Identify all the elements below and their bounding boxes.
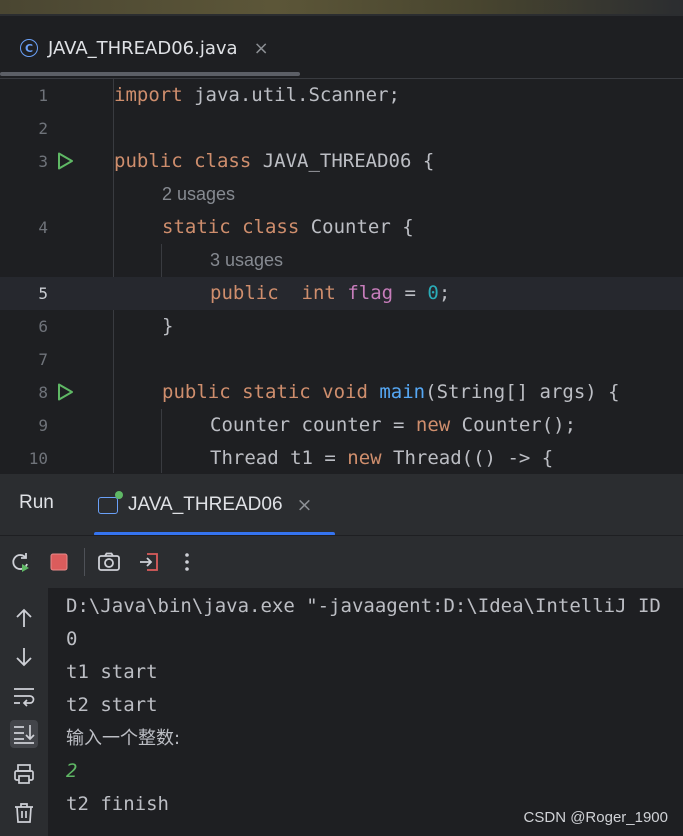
line-number: 6 [38,317,48,336]
run-config-icon [98,490,123,514]
exit-icon[interactable] [137,550,161,574]
code-text: public class JAVA_THREAD06 { [114,150,435,172]
scroll-down-icon[interactable] [10,643,38,671]
stop-icon[interactable] [47,550,71,574]
rerun-icon[interactable] [8,550,32,574]
run-main-icon[interactable] [56,383,74,401]
line-number: 2 [38,119,48,138]
editor-tab-label: JAVA_THREAD06.java [48,37,238,59]
soft-wrap-icon[interactable] [10,682,38,710]
run-class-icon[interactable] [56,152,74,170]
watermark: CSDN @Roger_1900 [523,809,668,826]
code-line: 2 [0,112,683,145]
code-line: 4 static class Counter { [0,211,683,244]
print-icon[interactable] [10,760,38,788]
code-text: public static void main(String[] args) { [162,381,620,403]
line-number: 3 [38,152,48,171]
code-line: 9 Counter counter = new Counter(); [0,409,683,442]
code-line: 3 public class JAVA_THREAD06 { [0,145,683,178]
line-number: 4 [38,218,48,237]
close-run-tab-icon[interactable]: × [297,494,313,516]
code-text: Counter counter = new Counter(); [210,414,577,436]
scroll-to-end-icon[interactable] [10,720,38,748]
console-sidebar [0,588,48,836]
java-class-icon: C [20,39,38,57]
run-tab-java-thread06[interactable]: JAVA_THREAD06 × [98,490,312,520]
code-text: } [162,315,174,337]
inlay-hint-line: 3 usages [0,244,683,277]
editor-tab-bar: C JAVA_THREAD06.java × [0,16,683,79]
toolbar-separator [84,548,85,576]
scroll-up-icon[interactable] [10,604,38,632]
line-number: 7 [38,350,48,369]
close-tab-icon[interactable]: × [254,38,269,59]
usages-hint[interactable]: 2 usages [162,178,235,211]
code-text: Thread t1 = new Thread(() -> { [210,447,554,469]
screenshot-icon[interactable] [97,550,121,574]
console-output[interactable]: D:\Java\bin\java.exe "-javaagent:D:\Idea… [48,588,683,836]
code-text: public int flag = 0; [210,282,451,304]
run-panel-title: Run [19,492,54,513]
run-toolbar [0,535,683,588]
line-number: 5 [38,284,48,303]
editor-scrollbar[interactable] [0,72,300,76]
console-line: t2 finish [66,793,169,815]
console-line: 0 [66,628,78,650]
editor-tab-java-thread06[interactable]: C JAVA_THREAD06.java × [16,34,269,62]
code-text: import java.util.Scanner; [114,84,400,106]
console-line: t2 start [66,694,158,716]
code-line: 6 } [0,310,683,343]
console-line: 输入一个整数: [66,728,181,749]
code-line: 10 Thread t1 = new Thread(() -> { [0,442,683,473]
code-line: 1 import java.util.Scanner; [0,79,683,112]
code-editor[interactable]: 1 import java.util.Scanner; 2 3 public c… [0,79,683,473]
inlay-hint-line: 2 usages [0,178,683,211]
code-text: static class Counter { [162,216,414,238]
code-line-current: 5 public int flag = 0; [0,277,683,310]
more-options-icon[interactable] [175,550,199,574]
line-number: 10 [28,449,48,468]
console-line: D:\Java\bin\java.exe "-javaagent:D:\Idea… [66,595,661,617]
run-panel-header: Run JAVA_THREAD06 × [0,473,683,536]
line-number: 1 [38,86,48,105]
window-top-strip [0,0,683,16]
usages-hint[interactable]: 3 usages [210,244,283,277]
code-line: 8 public static void main(String[] args)… [0,376,683,409]
line-number: 9 [38,416,48,435]
line-number: 8 [38,383,48,402]
code-line: 7 [0,343,683,376]
console-line: t1 start [66,661,158,683]
clear-icon[interactable] [10,799,38,827]
run-tab-label: JAVA_THREAD06 [128,494,283,515]
console-user-input: 2 [66,760,78,782]
